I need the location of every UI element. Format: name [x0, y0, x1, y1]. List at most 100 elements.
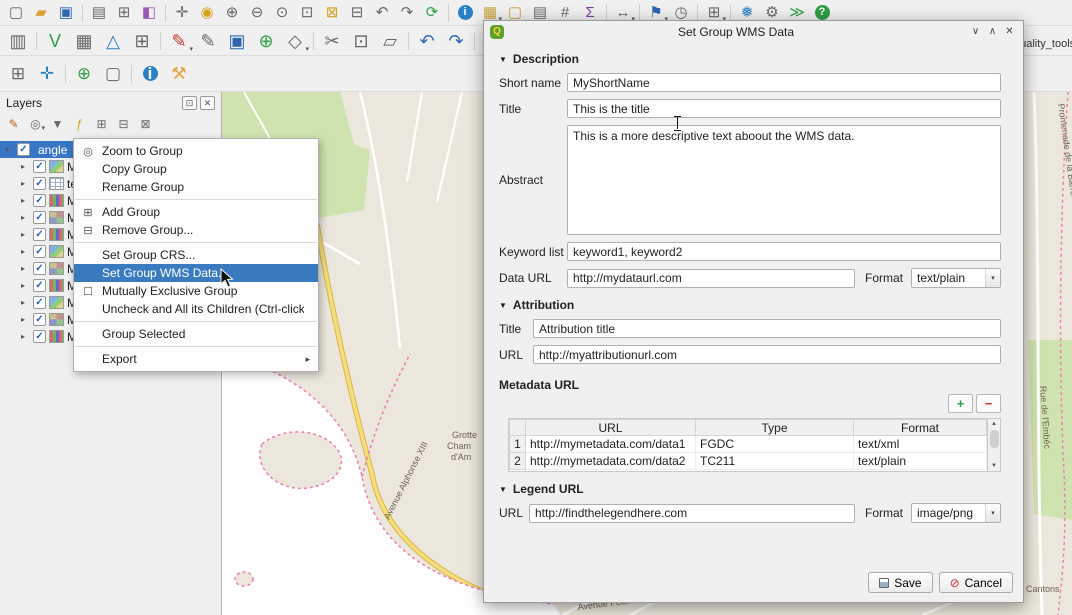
combo-arrow-icon[interactable]: ▾ [985, 504, 1000, 522]
pan-to-selection-icon[interactable]: ◉ ▾ [195, 2, 219, 24]
legend-url-input[interactable] [529, 504, 855, 523]
zoom-next-icon[interactable]: ↷ ▾ [395, 2, 419, 24]
expander-icon[interactable]: ▸ [21, 298, 30, 307]
expander-icon[interactable]: ▸ [21, 196, 30, 205]
undo-icon[interactable]: ↶ ▾ [413, 27, 441, 54]
menu-item-remove-group[interactable]: ⊟ Remove Group... [74, 221, 318, 239]
legend-format-combo[interactable]: image/png ▾ [911, 503, 1001, 523]
expander-icon[interactable]: ▸ [21, 315, 30, 324]
save-project-icon[interactable]: ▣ ▾ [54, 2, 78, 24]
close-panel-icon[interactable]: ✕ [200, 96, 215, 110]
close-dialog-icon[interactable]: ✕ [1002, 26, 1017, 37]
menu-item-copy-group[interactable]: Copy Group [74, 160, 318, 178]
current-edits-icon[interactable]: ✎ ▾ [165, 27, 193, 54]
expander-icon[interactable]: ▸ [21, 179, 30, 188]
expander-icon[interactable]: ▾ [5, 145, 14, 154]
combo-arrow-icon[interactable]: ▾ [985, 269, 1000, 287]
scroll-up-icon[interactable]: ▲ [991, 419, 997, 429]
expander-icon[interactable]: ▸ [21, 264, 30, 273]
menu-item-add-group[interactable]: ⊞ Add Group [74, 203, 318, 221]
url-cell[interactable]: http://mymetadata.com/data1 [526, 436, 696, 453]
menu-item-group-selected[interactable]: Group Selected [74, 325, 318, 343]
layer-checkbox[interactable]: ✓ [33, 262, 46, 275]
zoom-full-icon[interactable]: ⊡ ▾ [295, 2, 319, 24]
keyword-list-input[interactable] [567, 242, 1001, 261]
metadata-table-row[interactable]: 1 http://mymetadata.com/data1 FGDC text/… [510, 436, 987, 453]
abstract-textarea[interactable]: This is a more descriptive text aboout t… [567, 125, 1001, 235]
filter-by-expression-icon[interactable]: ƒ ▾ [70, 114, 89, 133]
data-url-format-combo[interactable]: text/plain ▾ [911, 268, 1001, 288]
collapse-all-icon[interactable]: ⊟ ▾ [114, 114, 133, 133]
expander-icon[interactable]: ▸ [21, 247, 30, 256]
zoom-last-icon[interactable]: ↶ ▾ [370, 2, 394, 24]
short-name-input[interactable] [567, 73, 1001, 92]
layer-checkbox[interactable]: ✓ [33, 313, 46, 326]
menu-item-uncheck-children[interactable]: Uncheck and All its Children (Ctrl-click… [74, 300, 318, 318]
menu-item-set-group-wms-data[interactable]: Set Group WMS Data... [74, 264, 318, 282]
remove-layer-icon[interactable]: ⊠ ▾ [136, 114, 155, 133]
pan-map-icon[interactable]: ✛ ▾ [170, 2, 194, 24]
table-scrollbar[interactable]: ▲ ▼ [987, 419, 1000, 471]
dock-down-icon[interactable]: ∨ [968, 26, 983, 37]
layout-manager-icon[interactable]: ⊞ ▾ [112, 2, 136, 24]
layer-checkbox[interactable]: ✓ [17, 143, 30, 156]
redo-icon[interactable]: ↷ ▾ [442, 27, 470, 54]
menu-item-zoom-to-group[interactable]: ◎ Zoom to Group [74, 142, 318, 160]
add-raster-layer-icon[interactable]: ▦ ▾ [70, 27, 98, 54]
new-project-icon[interactable]: ▢ ▾ [4, 2, 28, 24]
layer-checkbox[interactable]: ✓ [33, 228, 46, 241]
select-annotation-icon[interactable]: ▢ ▾ [99, 60, 127, 88]
duplicate-view-icon[interactable]: ⊞ ▾ [4, 60, 32, 88]
identify-features-icon[interactable]: i ▾ [453, 2, 477, 24]
data-source-manager-icon[interactable]: ▥ ▾ [4, 27, 32, 54]
add-delimited-text-icon[interactable]: ⊞ ▾ [128, 27, 156, 54]
layer-checkbox[interactable]: ✓ [33, 177, 46, 190]
open-layer-styling-icon[interactable]: ✎ ▾ [4, 114, 23, 133]
format-cell[interactable]: text/plain [854, 453, 987, 470]
layer-checkbox[interactable]: ✓ [33, 194, 46, 207]
add-vector-layer-icon[interactable]: V ▾ [41, 27, 69, 54]
zoom-in-icon[interactable]: ⊕ ▾ [220, 2, 244, 24]
float-panel-icon[interactable]: ⊡ [182, 96, 197, 110]
scrollbar-thumb[interactable] [990, 430, 999, 448]
layer-checkbox[interactable]: ✓ [33, 279, 46, 292]
menu-item-rename-group[interactable]: Rename Group [74, 178, 318, 196]
copy-features-icon[interactable]: ⊡ ▾ [347, 27, 375, 54]
layer-checkbox[interactable]: ✓ [33, 160, 46, 173]
type-cell[interactable]: TC211 [696, 453, 854, 470]
refresh-map-icon[interactable]: ⟳ ▾ [420, 2, 444, 24]
add-annotation-icon[interactable]: ⊕ ▾ [70, 60, 98, 88]
attribution-section-header[interactable]: ▼ Attribution [499, 298, 1001, 312]
expander-icon[interactable]: ▸ [21, 230, 30, 239]
format-cell[interactable]: text/xml [854, 436, 987, 453]
expander-icon[interactable]: ▸ [21, 162, 30, 171]
layer-checkbox[interactable]: ✓ [33, 245, 46, 258]
expander-icon[interactable]: ▸ [21, 213, 30, 222]
cancel-button[interactable]: ⊘ Cancel [939, 572, 1013, 593]
save-edits-icon[interactable]: ▣ ▾ [223, 27, 251, 54]
expander-icon[interactable]: ▸ [21, 281, 30, 290]
vertex-tool-icon[interactable]: ◇ ▾ [281, 27, 309, 54]
style-manager-icon[interactable]: ◧ ▾ [137, 2, 161, 24]
remove-metadata-row-button[interactable]: − [976, 394, 1001, 413]
url-cell[interactable]: http://mymetadata.com/data2 [526, 453, 696, 470]
manage-map-themes-icon[interactable]: ◎ ▾ [26, 114, 45, 133]
save-button[interactable]: Save [868, 572, 932, 593]
data-url-input[interactable] [567, 269, 855, 288]
title-input[interactable] [567, 99, 1001, 118]
open-project-icon[interactable]: ▰ ▾ [29, 2, 53, 24]
metadata-table-row[interactable]: 2 http://mymetadata.com/data2 TC211 text… [510, 453, 987, 470]
layer-checkbox[interactable]: ✓ [33, 330, 46, 343]
cut-features-icon[interactable]: ✂ ▾ [318, 27, 346, 54]
new-print-layout-icon[interactable]: ▤ ▾ [87, 2, 111, 24]
add-metadata-row-button[interactable]: + [948, 394, 973, 413]
attribution-title-input[interactable] [533, 319, 1001, 338]
toggle-editing-icon[interactable]: ✎ ▾ [194, 27, 222, 54]
expand-all-icon[interactable]: ⊞ ▾ [92, 114, 111, 133]
scroll-down-icon[interactable]: ▼ [991, 461, 997, 471]
menu-item-export[interactable]: Export ▸ [74, 350, 318, 368]
zoom-out-icon[interactable]: ⊖ ▾ [245, 2, 269, 24]
what-is-this-icon[interactable]: i ▾ [136, 60, 164, 88]
menu-item-set-group-crs[interactable]: Set Group CRS... [74, 246, 318, 264]
description-section-header[interactable]: ▼ Description [499, 52, 1001, 66]
